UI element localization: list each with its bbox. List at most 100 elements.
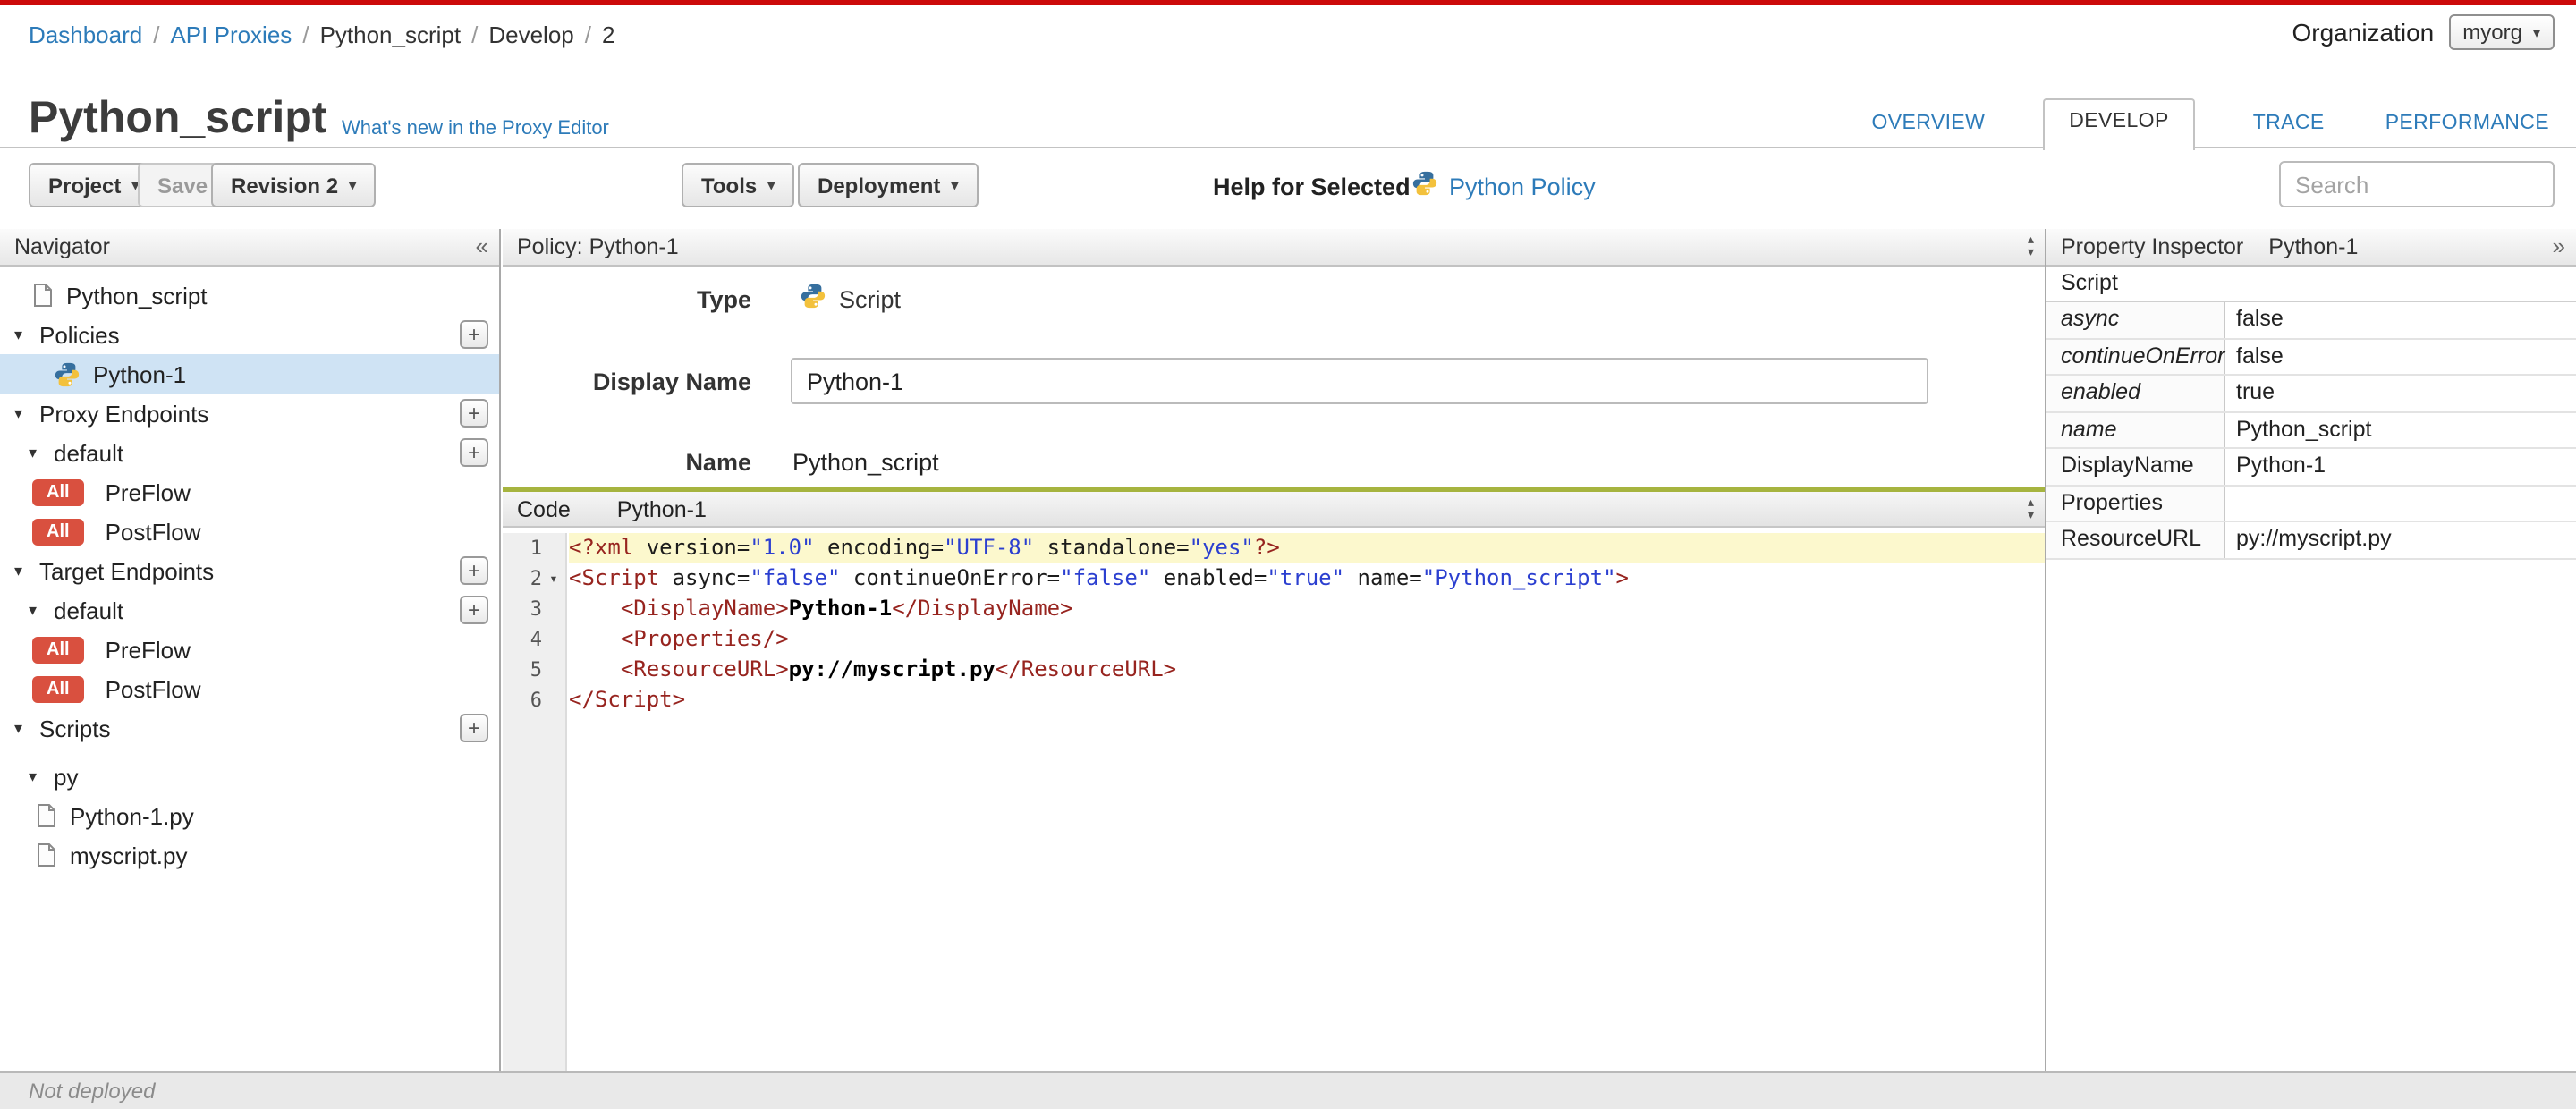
navigator-header: Navigator «: [0, 229, 499, 267]
code-line-1[interactable]: <?xml version="1.0" encoding="UTF-8" sta…: [569, 533, 2045, 563]
breadcrumb-separator: /: [153, 21, 160, 48]
tree-item-label: PostFlow: [105, 675, 201, 702]
type-label: Type: [696, 286, 751, 313]
chevron-down-icon[interactable]: ▾: [14, 325, 39, 344]
property-value: false: [2236, 306, 2284, 331]
code-line-4[interactable]: <Properties/>: [569, 624, 2045, 655]
tree-item-python-1[interactable]: Python-1: [0, 354, 499, 394]
add-button[interactable]: +: [460, 556, 488, 585]
property-value: false: [2236, 343, 2284, 368]
navigator-tree: Python_script ▾ Policies + Python-1 ▾ Proxy En…: [0, 267, 499, 1071]
tree-item-label: Proxy Endpoints: [39, 400, 209, 427]
tree-item-label: Policies: [39, 321, 120, 348]
add-button[interactable]: +: [460, 320, 488, 349]
chevron-down-icon[interactable]: ▾: [14, 718, 39, 738]
line-number: 5: [530, 658, 542, 681]
main-workspace: Navigator « Python_script ▾ Policies + Pytho…: [0, 229, 2576, 1071]
inspector-row-continueonerror: continueOnError false: [2046, 339, 2576, 376]
tree-item-postflow[interactable]: All PostFlow: [0, 669, 499, 708]
breadcrumb-item-api-proxies[interactable]: API Proxies: [170, 21, 292, 48]
tab-trace[interactable]: TRACE: [2250, 102, 2328, 150]
policy-type-value: Script: [800, 283, 901, 315]
chevron-down-icon: ▾: [767, 177, 775, 193]
chevron-down-icon: ▾: [951, 177, 959, 193]
tree-item-target-endpoints[interactable]: ▾ Target Endpoints +: [0, 551, 499, 590]
property-name: Properties: [2046, 486, 2225, 521]
add-button[interactable]: +: [460, 399, 488, 428]
breadcrumb-separator: /: [302, 21, 309, 48]
tree-item-default[interactable]: ▾ default +: [0, 433, 499, 472]
tools-menu-label: Tools: [701, 173, 758, 198]
collapse-panel-icon[interactable]: ▴ ▾: [2028, 234, 2034, 259]
collapse-left-icon[interactable]: «: [476, 229, 488, 265]
line-number: 6: [530, 689, 542, 712]
file-icon: [36, 842, 57, 868]
code-line-3[interactable]: <DisplayName>Python-1</DisplayName>: [569, 594, 2045, 624]
python-policy-link-label: Python Policy: [1449, 173, 1596, 199]
property-value: py://myscript.py: [2236, 526, 2392, 551]
property-inspector-panel: Property Inspector Python-1 » Script asy…: [2045, 229, 2576, 1071]
code-line-6[interactable]: </Script>: [569, 685, 2045, 715]
display-name-input[interactable]: [791, 358, 1928, 404]
breadcrumb-item-dashboard[interactable]: Dashboard: [29, 21, 142, 48]
code-line-5[interactable]: <ResourceURL>py://myscript.py</ResourceU…: [569, 655, 2045, 685]
tree-item-label: Python_script: [66, 282, 208, 309]
deployment-menu-button[interactable]: Deployment ▾: [798, 163, 979, 207]
tab-performance[interactable]: PERFORMANCE: [2382, 102, 2553, 150]
line-number: 4: [530, 628, 542, 651]
tree-item-label: PostFlow: [105, 518, 201, 545]
tree-item-policies[interactable]: ▾ Policies +: [0, 315, 499, 354]
python-icon: [800, 283, 826, 315]
add-button[interactable]: +: [460, 714, 488, 742]
fold-arrow-icon[interactable]: ▾: [542, 571, 565, 587]
chevron-down-icon[interactable]: ▾: [14, 561, 39, 580]
chevron-down-icon: ▾: [349, 177, 357, 193]
inspector-row-name: name Python_script: [2046, 412, 2576, 449]
add-button[interactable]: +: [460, 438, 488, 467]
organization-label: Organization: [2292, 18, 2435, 47]
breadcrumb-item-develop: Develop: [488, 21, 574, 48]
tree-item-scripts[interactable]: ▾ Scripts +: [0, 708, 499, 748]
property-name: async: [2046, 302, 2225, 337]
property-name: ResourceURL: [2046, 522, 2225, 557]
add-button[interactable]: +: [460, 596, 488, 624]
organization-dropdown[interactable]: myorg ▾: [2448, 14, 2555, 50]
inspector-title: Property Inspector: [2061, 234, 2244, 259]
tree-item-preflow[interactable]: All PreFlow: [0, 472, 499, 512]
chevron-down-icon[interactable]: ▾: [29, 766, 54, 786]
chevron-down-icon[interactable]: ▾: [29, 600, 54, 620]
chevron-down-icon[interactable]: ▾: [14, 403, 39, 423]
property-value: [2225, 486, 2576, 521]
tree-item-postflow[interactable]: All PostFlow: [0, 512, 499, 551]
name-value: Python_script: [792, 449, 939, 476]
tree-item-proxy-endpoints[interactable]: ▾ Proxy Endpoints +: [0, 394, 499, 433]
breadcrumb-item-2: 2: [602, 21, 615, 48]
collapse-code-icon[interactable]: ▴ ▾: [2028, 497, 2034, 522]
whats-new-link[interactable]: What's new in the Proxy Editor: [342, 118, 609, 140]
collapse-right-icon[interactable]: »: [2553, 229, 2565, 265]
chevron-down-icon[interactable]: ▾: [29, 443, 54, 462]
property-value: true: [2236, 379, 2275, 404]
tree-item-label: default: [54, 597, 124, 623]
code-line-2[interactable]: <Script async="false" continueOnError="f…: [569, 563, 2045, 594]
tree-item-python-script[interactable]: Python_script: [0, 275, 499, 315]
top-accent-bar: [0, 0, 2576, 5]
file-icon: [36, 803, 57, 828]
tree-item-myscript.py[interactable]: myscript.py: [0, 835, 499, 875]
inspector-row-async: async false: [2046, 302, 2576, 339]
tree-item-python-1.py[interactable]: Python-1.py: [0, 796, 499, 835]
python-policy-help-link[interactable]: Python Policy: [1411, 170, 1596, 202]
code-section: Code Python-1 ▴ ▾ 1 2 ▾ 3 4 5 6 <?xml version="…: [503, 487, 2045, 1071]
code-editor[interactable]: 1 2 ▾ 3 4 5 6 <?xml version="1.0" encoding="UT…: [503, 533, 2045, 1071]
tree-item-preflow[interactable]: All PreFlow: [0, 630, 499, 669]
help-for-selected-label: Help for Selected: [1213, 174, 1411, 200]
revision-menu-button[interactable]: Revision 2 ▾: [211, 163, 377, 207]
tab-overview[interactable]: OVERVIEW: [1868, 102, 1989, 150]
tab-develop[interactable]: DEVELOP: [2042, 98, 2196, 150]
tree-item-py[interactable]: ▾ py: [0, 757, 499, 796]
code-tab[interactable]: Code: [517, 496, 571, 521]
tools-menu-button[interactable]: Tools ▾: [682, 163, 795, 207]
line-number: 3: [530, 597, 542, 621]
search-input[interactable]: [2279, 161, 2555, 207]
tree-item-default[interactable]: ▾ default +: [0, 590, 499, 630]
